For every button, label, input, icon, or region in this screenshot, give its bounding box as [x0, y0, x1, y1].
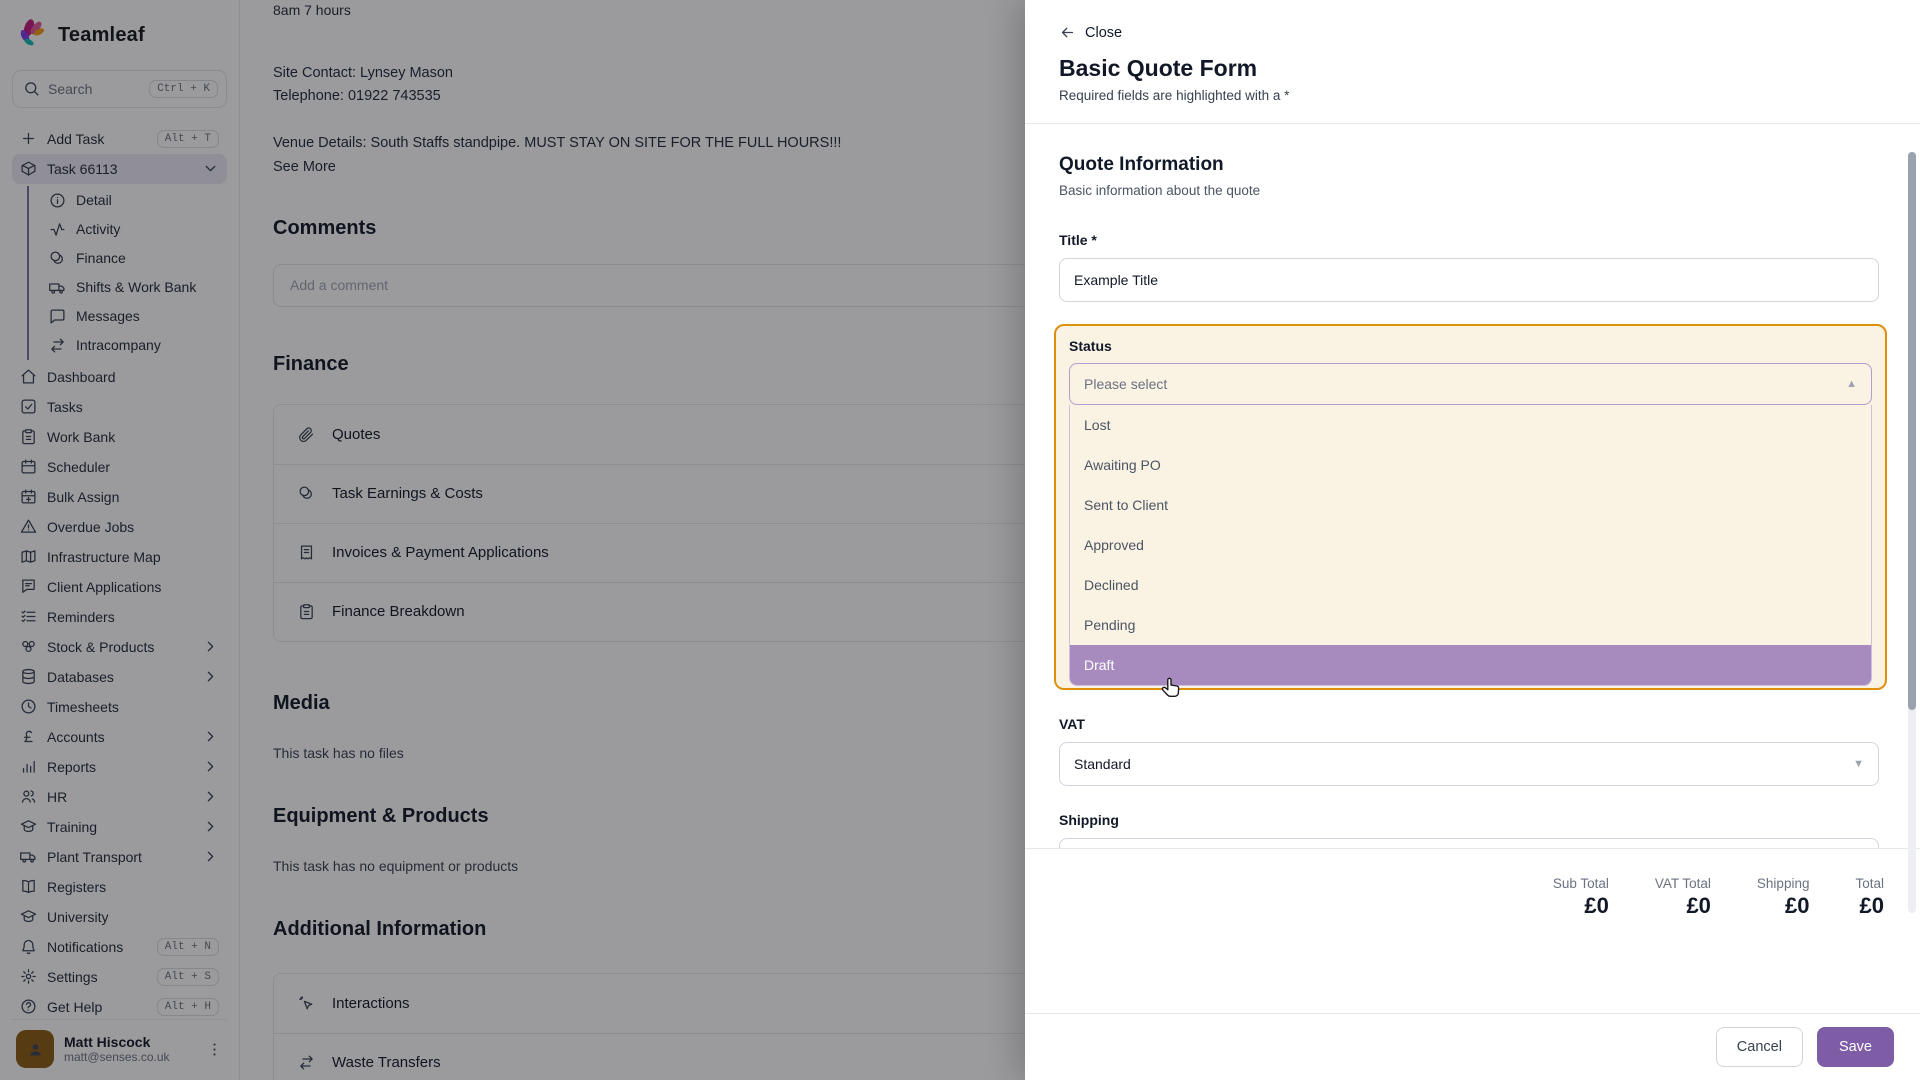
quote-info-subtitle: Basic information about the quote [1059, 183, 1879, 198]
status-option-label: Draft [1084, 657, 1114, 673]
vat-field-label: VAT [1059, 716, 1879, 732]
status-option-label: Awaiting PO [1084, 457, 1161, 473]
status-option-label: Pending [1084, 617, 1135, 633]
total-cell: Sub Total £0 [1553, 876, 1609, 919]
total-value: £0 [1655, 893, 1711, 919]
vat-select-value: Standard [1074, 756, 1131, 772]
cancel-button[interactable]: Cancel [1716, 1027, 1803, 1067]
total-value: £0 [1757, 893, 1810, 919]
status-option[interactable]: Approved [1070, 525, 1871, 565]
total-value: £0 [1855, 893, 1884, 919]
status-option[interactable]: Lost [1070, 405, 1871, 445]
panel-subtitle: Required fields are highlighted with a * [1059, 88, 1886, 103]
quote-info-heading: Quote Information [1059, 154, 1879, 176]
title-field[interactable]: Example Title [1059, 258, 1879, 302]
chevron-up-icon: ▲ [1846, 378, 1857, 390]
close-label: Close [1085, 25, 1122, 41]
scrollbar-thumb[interactable] [1908, 152, 1916, 710]
panel-title: Basic Quote Form [1059, 55, 1886, 82]
status-option[interactable]: Pending [1070, 605, 1871, 645]
status-option[interactable]: Declined [1070, 565, 1871, 605]
status-option-label: Declined [1084, 577, 1138, 593]
status-field-highlight: Status Please select ▲ Lost Awaiting PO … [1054, 324, 1887, 690]
scrollbar-track[interactable] [1908, 152, 1916, 913]
status-option[interactable]: Draft [1070, 645, 1871, 685]
total-cell: VAT Total £0 [1655, 876, 1711, 919]
total-label: Total [1855, 876, 1884, 891]
modal-backdrop[interactable] [0, 0, 1025, 1080]
chevron-down-icon: ▼ [1853, 758, 1864, 770]
total-value: £0 [1553, 893, 1609, 919]
status-select[interactable]: Please select ▲ [1069, 363, 1872, 405]
total-cell: Total £0 [1855, 876, 1884, 919]
arrow-left-icon [1059, 24, 1076, 41]
close-button[interactable]: Close [1059, 24, 1122, 41]
total-cell: Shipping £0 [1757, 876, 1810, 919]
totals-bar: Sub Total £0 VAT Total £0 Shipping £0 To… [1025, 848, 1920, 946]
save-button[interactable]: Save [1817, 1027, 1894, 1067]
status-option-label: Sent to Client [1084, 497, 1168, 513]
status-option[interactable]: Awaiting PO [1070, 445, 1871, 485]
quote-form-panel: Close Basic Quote Form Required fields a… [1025, 0, 1920, 1080]
status-field-label: Status [1069, 338, 1872, 354]
panel-footer: Cancel Save [1025, 1013, 1920, 1080]
status-placeholder: Please select [1084, 376, 1167, 392]
title-field-value: Example Title [1074, 272, 1158, 288]
status-option-list: Lost Awaiting PO Sent to Client Approved… [1069, 405, 1872, 686]
total-label: Sub Total [1553, 876, 1609, 891]
shipping-field-label: Shipping [1059, 812, 1879, 828]
status-option-label: Lost [1084, 417, 1110, 433]
total-label: VAT Total [1655, 876, 1711, 891]
quote-form-body: Quote Information Basic information abou… [1025, 124, 1920, 1013]
status-option-label: Approved [1084, 537, 1144, 553]
total-label: Shipping [1757, 876, 1810, 891]
title-field-label: Title * [1059, 232, 1879, 248]
status-option[interactable]: Sent to Client [1070, 485, 1871, 525]
app-root: Teamleaf Search Ctrl + K Add Task Alt + … [0, 0, 1920, 1080]
vat-select[interactable]: Standard ▼ [1059, 742, 1879, 786]
